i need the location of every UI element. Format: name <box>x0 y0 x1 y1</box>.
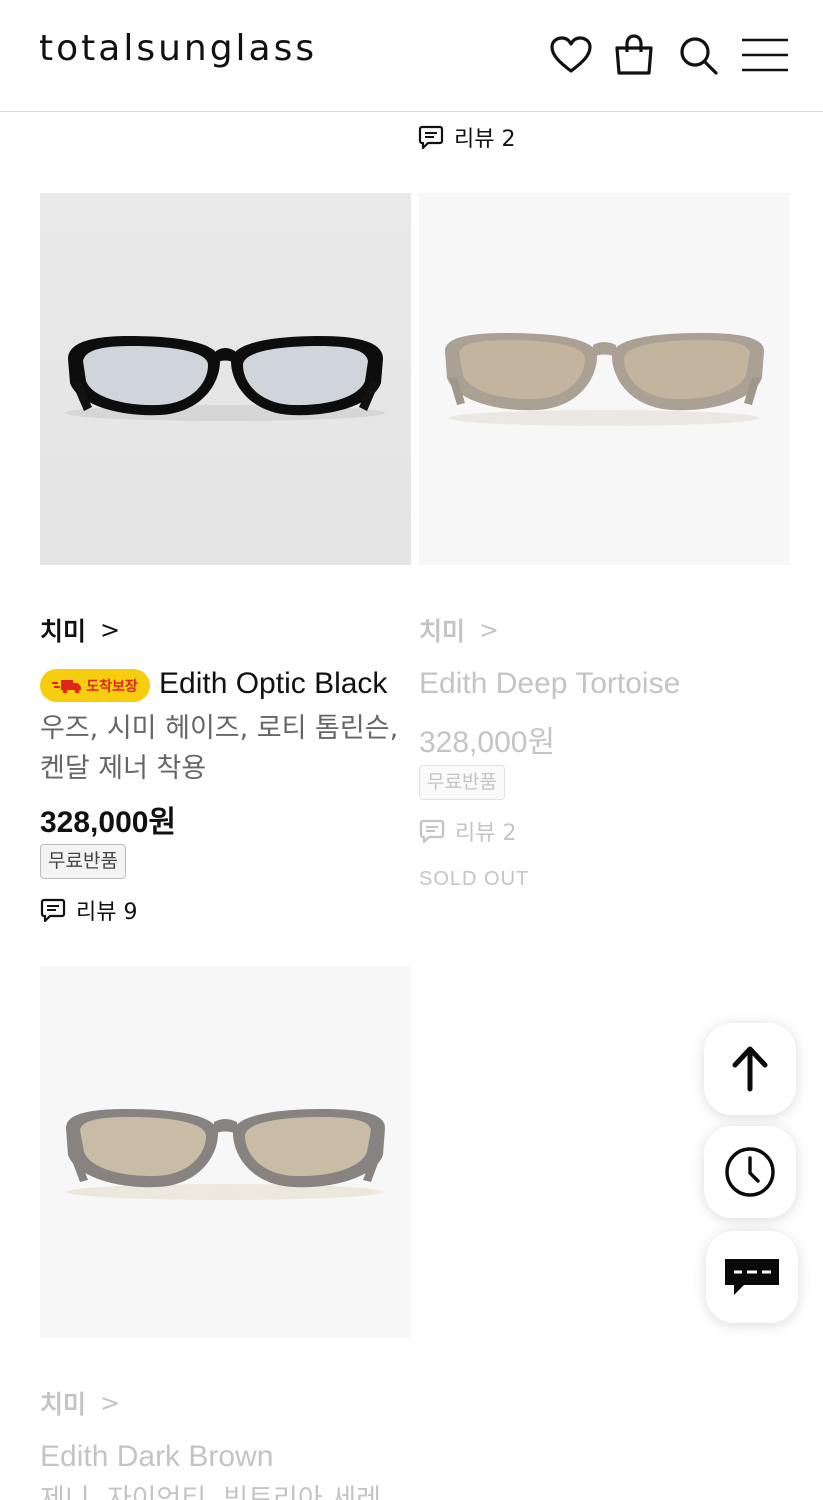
brand-link[interactable]: 치미 > <box>40 1385 120 1421</box>
review-count[interactable]: 리뷰 9 <box>40 894 137 926</box>
product-image[interactable] <box>40 193 411 565</box>
site-logo[interactable]: totalsunglass <box>39 28 317 69</box>
search-icon <box>680 37 718 75</box>
product-image[interactable] <box>40 966 411 1338</box>
chat-button[interactable] <box>706 1231 798 1323</box>
site-header: totalsunglass <box>0 0 823 112</box>
chat-icon <box>725 1259 779 1295</box>
brand-link[interactable]: 치미 > <box>40 612 120 648</box>
chevron-right-icon: > <box>479 616 500 644</box>
delivery-guarantee-badge: 도착보장 <box>40 669 150 702</box>
review-count[interactable]: 리뷰 2 <box>418 121 515 153</box>
free-return-tag: 무료반품 <box>40 844 126 879</box>
menu-icon <box>742 38 788 72</box>
chevron-right-icon: > <box>100 616 121 644</box>
clock-icon <box>725 1147 775 1197</box>
product-description: 우즈, 시미 헤이즈, 로티 톰린슨, 켄달 제너 착용 <box>40 713 399 784</box>
product-description: 제니, 자이언티, 빅토리아 세레 <box>40 1484 381 1500</box>
recently-viewed-button[interactable] <box>704 1126 796 1218</box>
product-image[interactable] <box>419 193 790 565</box>
review-label: 리뷰 9 <box>76 900 138 925</box>
wishlist-button[interactable] <box>549 33 593 77</box>
brand-link[interactable]: 치미 > <box>419 612 499 648</box>
glasses-photo <box>419 193 790 565</box>
sold-out-label: SOLD OUT <box>419 868 530 890</box>
review-count[interactable]: 리뷰 2 <box>419 815 516 847</box>
product-price: 328,000원 <box>40 806 177 839</box>
cart-button[interactable] <box>612 33 656 77</box>
menu-button[interactable] <box>741 33 789 77</box>
speech-bubble-icon <box>40 898 66 923</box>
brand-name: 치미 <box>40 617 87 646</box>
free-return-tag: 무료반품 <box>419 765 505 800</box>
product-price: 328,000원 <box>419 726 556 759</box>
review-label: 리뷰 2 <box>454 127 516 152</box>
product-name[interactable]: Edith Deep Tortoise <box>419 664 680 704</box>
brand-name: 치미 <box>40 1390 87 1419</box>
chevron-right-icon: > <box>100 1389 121 1417</box>
speech-bubble-icon <box>418 125 444 150</box>
brand-name: 치미 <box>419 617 466 646</box>
shopping-bag-icon <box>615 34 653 75</box>
heart-icon <box>550 36 592 73</box>
badge-label: 도착보장 <box>86 678 138 695</box>
search-button[interactable] <box>676 33 720 77</box>
review-label: 리뷰 2 <box>455 821 517 846</box>
delivery-truck-icon <box>52 679 82 693</box>
glasses-photo <box>40 966 411 1338</box>
scroll-top-button[interactable] <box>704 1023 796 1115</box>
product-name[interactable]: Edith Optic Black <box>159 664 387 704</box>
product-name[interactable]: Edith Dark Brown <box>40 1437 273 1477</box>
arrow-up-icon <box>732 1046 768 1092</box>
speech-bubble-icon <box>419 819 445 844</box>
glasses-photo <box>40 193 411 565</box>
